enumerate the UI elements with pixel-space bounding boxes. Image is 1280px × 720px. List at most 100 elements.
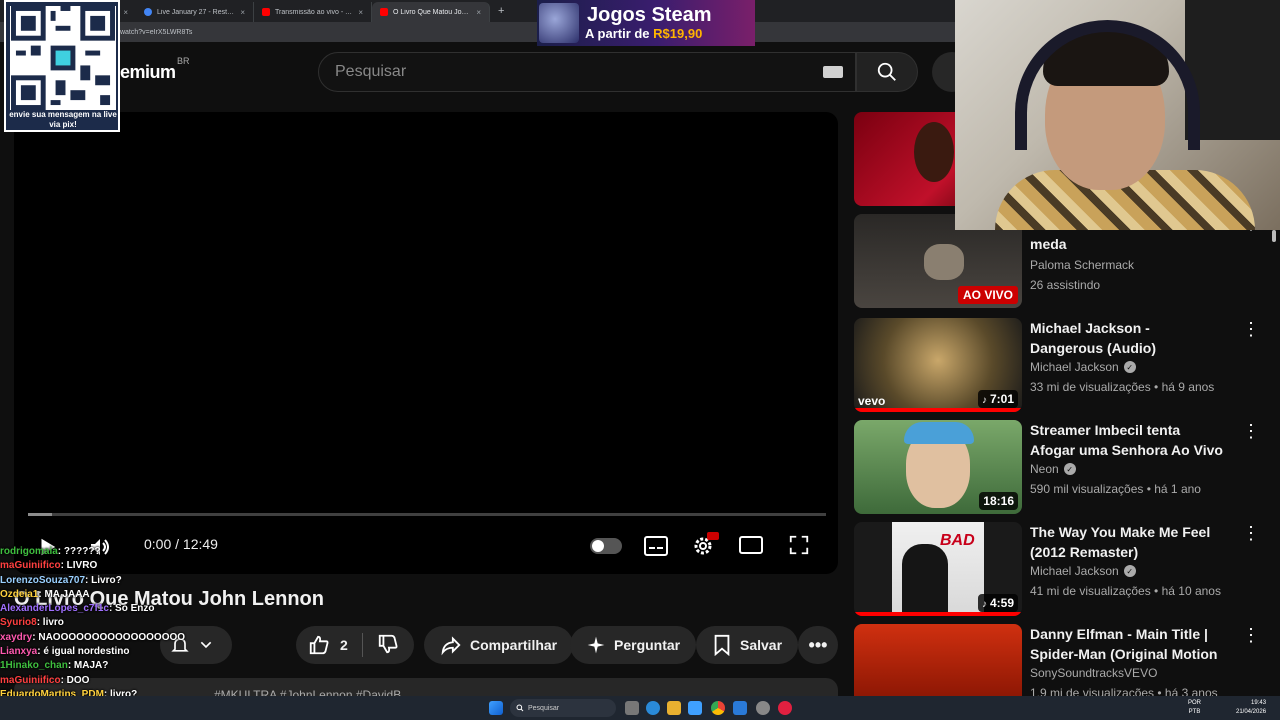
search-box [318,52,856,92]
ad-subline: A partir de R$19,90 [585,26,702,41]
ad-image [539,3,579,43]
chat-message: AlexanderLopes_c7f1c: So Enzo [0,602,300,616]
settings-button[interactable] [691,532,719,558]
save-button[interactable]: Salvar [696,626,799,664]
video-title[interactable]: meda [1030,234,1226,254]
search-input[interactable] [335,63,823,81]
tab-label: O Livro Que Matou John Lennon [393,8,471,16]
channel-name[interactable]: Michael Jackson ✓ [1030,360,1136,374]
input-language[interactable]: POR PTB [1188,699,1201,717]
progress-bar[interactable] [28,513,826,516]
recommendation-item-4[interactable]: BAD ♪ 4:59 The Way You Make Me Feel (2012… [854,522,1264,618]
chat-text: : MA JAAA [38,588,90,600]
taskbar-search[interactable]: Pesquisar [510,699,616,717]
theater-icon [739,536,763,554]
keyboard-icon[interactable] [823,66,843,78]
ad-prefix: A partir de [585,26,654,41]
video-title[interactable]: Danny Elfman - Main Title | Spider-Man (… [1030,624,1226,664]
close-icon[interactable]: × [240,8,245,17]
like-button[interactable]: 2 [308,634,348,656]
live-badge: AO VIVO [957,286,1018,304]
chat-username: maGuiniifico [0,560,61,572]
music-note-icon: ♪ [981,599,987,610]
search-icon [877,62,896,81]
video-title[interactable]: Michael Jackson - Dangerous (Audio) [1030,318,1226,358]
channel-name[interactable]: Neon ✓ [1030,462,1076,476]
app-icon[interactable] [733,701,747,715]
youtube-icon [380,8,388,16]
recommendation-item-2[interactable]: vevo ♪ 7:01 Michael Jackson - Dangerous (… [854,318,1264,414]
video-player[interactable]: 0:00 / 12:49 [14,112,838,574]
subtitles-button[interactable] [644,535,668,557]
lang-top: POR [1188,700,1202,706]
save-label: Salvar [740,637,783,653]
more-options-icon[interactable]: ⋮ [1242,422,1260,440]
bad-logo: BAD [940,532,975,549]
close-icon[interactable]: × [123,8,128,17]
channel-label: Michael Jackson [1030,564,1119,578]
edge-icon[interactable] [646,701,660,715]
ask-button[interactable]: Perguntar [570,626,697,664]
browser-tab-transmissao[interactable]: Transmissão ao vivo - YouTube × [254,2,372,22]
channel-label: Michael Jackson [1030,360,1119,374]
dislike-button[interactable] [377,633,399,658]
more-options-icon[interactable]: ⋮ [1242,524,1260,542]
scrollbar[interactable] [1272,230,1278,700]
browser-tab-restream[interactable]: Live January 27 - Restream × [136,2,254,22]
file-explorer-icon[interactable] [667,701,681,715]
close-icon[interactable]: × [358,8,363,17]
sparkle-icon [587,636,605,654]
share-icon [441,636,461,656]
duration-label: 4:59 [989,596,1014,610]
chat-username: rodrigomaia [0,546,58,557]
chat-message: xaydry: NAOOOOOOOOOOOOOOOOO [0,631,300,645]
channel-name[interactable]: SonySoundtracksVEVO [1030,666,1157,680]
address-bar[interactable]: /watch?v=eIrX5LWR8Ts [0,22,960,42]
task-view-icon[interactable] [625,701,639,715]
video-title[interactable]: The Way You Make Me Feel (2012 Remaster) [1030,522,1226,562]
search-button[interactable] [856,52,918,92]
chrome-icon[interactable] [711,701,725,715]
store-icon[interactable] [688,701,702,715]
chat-message: LorenzoSouza707: Livro? [0,574,300,588]
tab-label: Transmissão ao vivo - YouTube [275,8,353,16]
qr-caption: envie sua mensagem na live via pix! [9,110,117,129]
thumbnail[interactable]: 18:16 [854,420,1022,514]
youtube-logo[interactable]: emium [120,62,176,83]
chat-username: maGuiniifico [0,674,61,686]
taskbar-clock[interactable]: 19:43 21/04/2026 [1236,699,1266,717]
fullscreen-button[interactable] [788,534,810,556]
settings-app-icon[interactable] [756,701,770,715]
more-options-icon[interactable]: ⋮ [1242,320,1260,338]
more-actions-button[interactable]: ••• [798,626,838,664]
music-note-icon: ♪ [981,395,987,406]
browser-tab-active[interactable]: O Livro Que Matou John Lennon × [372,2,490,22]
headset-icon [1015,20,1200,150]
close-icon[interactable]: × [476,8,481,17]
theater-mode-button[interactable] [739,535,763,555]
chat-message: 1Hinako_chan: MAJA? [0,659,300,673]
thumbnail[interactable]: vevo ♪ 7:01 [854,318,1022,412]
thumbnail[interactable]: BAD ♪ 4:59 [854,522,1022,616]
recommendation-item-3[interactable]: 18:16 Streamer Imbecil tenta Afogar uma … [854,420,1264,516]
windows-start-icon[interactable] [489,701,503,715]
chat-text: : é igual nordestino [37,646,130,658]
channel-name[interactable]: Michael Jackson ✓ [1030,564,1136,578]
windows-taskbar: Pesquisar POR PTB 19:43 21/04/2026 [0,696,1280,720]
channel-name[interactable]: Paloma Schermack [1030,258,1134,272]
video-title[interactable]: Streamer Imbecil tenta Afogar uma Senhor… [1030,420,1226,460]
share-button[interactable]: Compartilhar [424,626,574,664]
opera-icon[interactable] [778,701,792,715]
video-meta: 26 assistindo [1030,278,1101,292]
steam-ad-banner: Jogos Steam A partir de R$19,90 [537,0,755,46]
chat-message: maGuiniifico: DOO [0,674,300,688]
watched-progress [854,408,1022,412]
scrollbar-thumb[interactable] [1272,230,1276,242]
chat-message: Syurio8: livro [0,616,300,630]
autoplay-toggle[interactable] [590,538,622,554]
verified-icon: ✓ [1123,565,1136,577]
more-options-icon[interactable]: ⋮ [1242,626,1260,644]
taskbar-search-label: Pesquisar [528,704,560,712]
new-tab-button[interactable]: + [498,5,504,17]
chat-username: Lianxya [0,646,38,658]
